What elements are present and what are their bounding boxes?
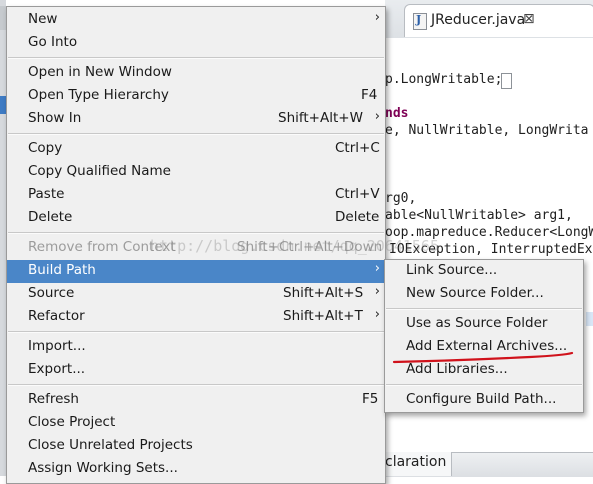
watermark-text: http://blog.csdn.net/qq_20641565: [150, 237, 439, 255]
tab-declaration[interactable]: claration: [385, 452, 452, 476]
menu-item-label: Show In: [28, 110, 82, 126]
menu-item-build-path[interactable]: Build Path ›: [7, 260, 385, 283]
menu-item-shortcut: Shift+Alt+S: [283, 285, 364, 301]
close-icon[interactable]: ⊠: [523, 11, 535, 27]
menu-item-label: Open in New Window: [28, 64, 172, 80]
code-line: able<NullWritable> arg1,: [385, 208, 573, 223]
submenu-item-link-source[interactable]: Link Source...: [385, 260, 583, 283]
code-line: p.LongWritable;: [385, 72, 503, 87]
menu-item-shortcut: Ctrl+V: [335, 186, 380, 202]
code-line: nds: [385, 106, 409, 121]
menu-item-paste[interactable]: Paste Ctrl+V: [7, 184, 385, 207]
menu-item-open-type-hierarchy[interactable]: Open Type Hierarchy F4: [7, 85, 385, 108]
menu-item-label: Paste: [28, 186, 65, 202]
menu-separator: [8, 57, 384, 59]
menu-item-go-into[interactable]: Go Into: [7, 32, 385, 55]
menu-separator: [8, 331, 384, 333]
chevron-right-icon: ›: [374, 109, 380, 124]
overview-ruler-mark[interactable]: [586, 312, 593, 326]
menu-item-label: Refactor: [28, 308, 85, 324]
menu-item-export[interactable]: Export...: [7, 359, 385, 382]
menu-item-shortcut: Delete: [335, 209, 380, 225]
menu-item-shortcut: Shift+Alt+T: [283, 308, 363, 324]
chevron-right-icon: ›: [374, 284, 380, 299]
menu-item-label: Open Type Hierarchy: [28, 87, 169, 103]
menu-item-shortcut: Ctrl+C: [335, 140, 380, 156]
menu-item-label: Delete: [28, 209, 73, 225]
menu-separator: [8, 232, 384, 234]
bracket-match-marker: [501, 73, 512, 89]
menu-item-refactor[interactable]: Refactor Shift+Alt+T ›: [7, 306, 385, 329]
menu-item-close-project[interactable]: Close Project: [7, 412, 385, 435]
menu-item-label: Close Unrelated Projects: [28, 437, 193, 453]
menu-item-label: Source: [28, 285, 75, 301]
chevron-right-icon: ›: [374, 261, 380, 276]
menu-item-label: Use as Source Folder: [406, 315, 548, 331]
menu-item-label: Configure Build Path...: [406, 391, 557, 407]
menu-item-label: Close Project: [28, 414, 116, 430]
menu-item-copy[interactable]: Copy Ctrl+C: [7, 138, 385, 161]
tab-label: claration: [385, 454, 447, 470]
menu-separator: [386, 308, 582, 310]
menu-item-new[interactable]: New ›: [7, 9, 385, 32]
menu-item-refresh[interactable]: Refresh F5: [7, 389, 385, 412]
submenu-item-new-source-folder[interactable]: New Source Folder...: [385, 283, 583, 306]
menu-item-label: Copy: [28, 140, 63, 156]
menu-item-shortcut: F5: [362, 391, 379, 407]
menu-item-show-in[interactable]: Show In Shift+Alt+W ›: [7, 108, 385, 131]
red-underline-annotation: [392, 351, 574, 364]
code-line: e, NullWritable, LongWrita: [385, 123, 589, 138]
menu-item-copy-qualified-name[interactable]: Copy Qualified Name: [7, 161, 385, 184]
menu-item-import[interactable]: Import...: [7, 336, 385, 359]
chevron-right-icon: ›: [374, 307, 380, 322]
menu-separator: [8, 384, 384, 386]
java-file-icon: [413, 13, 427, 30]
submenu-item-configure-build-path[interactable]: Configure Build Path...: [385, 389, 583, 412]
menu-item-shortcut: Shift+Alt+W: [278, 110, 363, 126]
menu-separator: [386, 384, 582, 386]
chevron-right-icon: ›: [374, 10, 380, 25]
menu-item-label: Go Into: [28, 34, 78, 50]
editor-tab-jreducer[interactable]: JReducer.java ⊠: [404, 4, 593, 37]
code-line: rg0,: [385, 191, 417, 206]
menu-item-label: Import...: [28, 338, 86, 354]
menu-item-open-in-new-window[interactable]: Open in New Window: [7, 62, 385, 85]
menu-item-label: Refresh: [28, 391, 79, 407]
menu-item-assign-working-sets[interactable]: Assign Working Sets...: [7, 458, 385, 481]
submenu-item-use-as-source-folder[interactable]: Use as Source Folder: [385, 313, 583, 336]
editor-tab-title: JReducer.java: [431, 12, 526, 28]
build-path-submenu: Link Source... New Source Folder... Use …: [384, 259, 584, 413]
menu-item-delete[interactable]: Delete Delete: [7, 207, 385, 230]
menu-item-label: New: [28, 11, 58, 27]
menu-item-label: New Source Folder...: [406, 285, 544, 301]
menu-item-source[interactable]: Source Shift+Alt+S ›: [7, 283, 385, 306]
menu-item-label: Assign Working Sets...: [28, 460, 178, 476]
menu-separator: [8, 133, 384, 135]
menu-item-shortcut: F4: [361, 87, 378, 103]
menu-item-close-unrelated-projects[interactable]: Close Unrelated Projects: [7, 435, 385, 458]
menu-item-label: Copy Qualified Name: [28, 163, 171, 179]
menu-item-label: Export...: [28, 361, 86, 377]
menu-item-label: Build Path: [28, 262, 96, 278]
menu-item-label: Link Source...: [406, 262, 498, 278]
